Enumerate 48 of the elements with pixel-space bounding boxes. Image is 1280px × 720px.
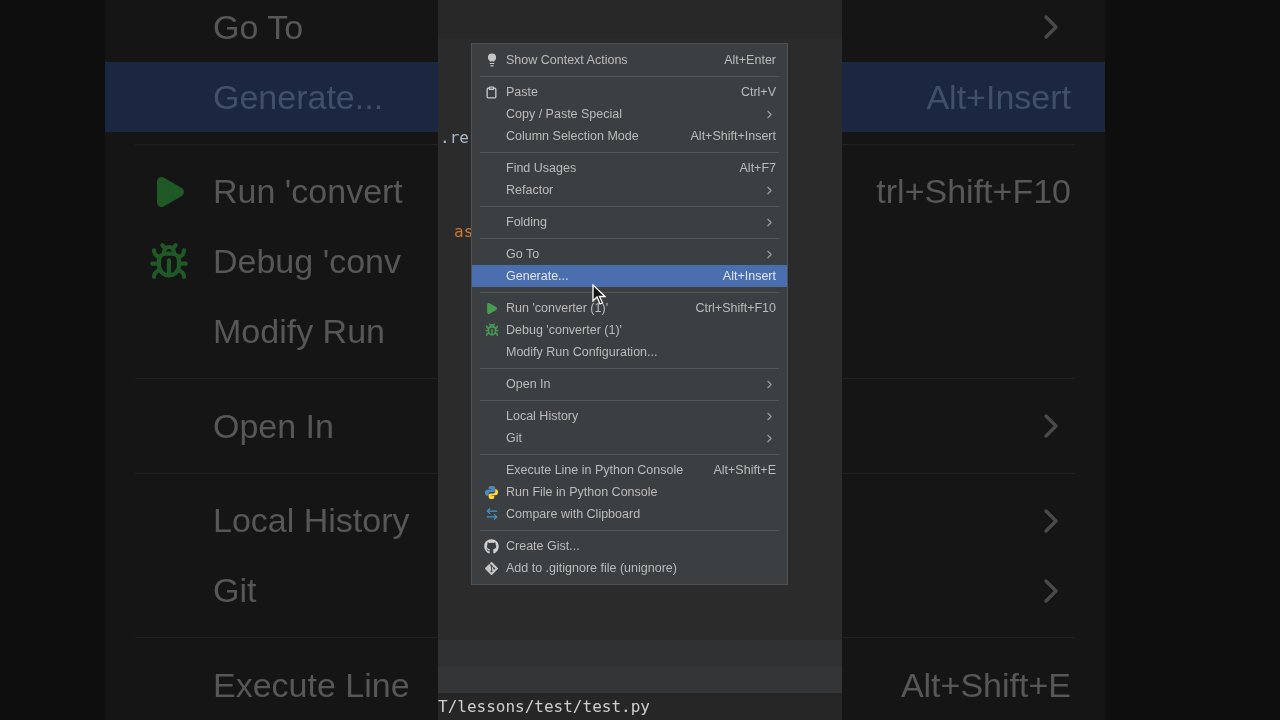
code-text: .re (440, 127, 469, 149)
shortcut-label: Alt+Enter (724, 51, 776, 69)
clipboard-icon (485, 85, 498, 99)
menu-item[interactable]: Run 'converter (1)' Ctrl+Shift+F10 (472, 297, 787, 319)
file-path: T/lessons/test/test.py (438, 695, 650, 718)
play-icon (485, 301, 498, 315)
backdrop-menu-label: Run 'convert (213, 171, 403, 212)
menu-item[interactable]: Open In (472, 373, 787, 395)
menu-item[interactable]: Git (472, 427, 787, 449)
git-icon (484, 560, 499, 576)
backdrop-menu-label: Local History (213, 500, 410, 541)
bug-icon (149, 241, 189, 282)
backdrop-menu-label: Execute Line (213, 664, 410, 706)
menu-item[interactable]: Execute Line in Python Console Alt+Shift+E (472, 459, 787, 481)
backdrop-shortcut-label: Alt+Shift+E (900, 664, 1071, 706)
github-icon (484, 538, 499, 554)
logo-icon (484, 484, 499, 500)
backdrop-menu-label: Debug 'conv (213, 241, 401, 282)
menu-item[interactable]: Create Gist... (472, 535, 787, 557)
menu-item[interactable]: Generate... Alt+Insert (472, 265, 787, 287)
bug-icon (484, 323, 499, 337)
menu-item[interactable]: Add to .gitignore file (unignore) (472, 557, 787, 579)
shortcut-label: Alt+Insert (722, 267, 776, 285)
menu-item[interactable]: Local History (472, 405, 787, 427)
backdrop-menu-label: Git (213, 570, 257, 611)
shortcut-label: Ctrl+Shift+F10 (695, 299, 776, 317)
shortcut-label: Alt+Shift+Insert (690, 127, 776, 145)
menu-item[interactable]: Copy / Paste Special (472, 103, 787, 125)
menu-item[interactable]: Refactor (472, 179, 787, 201)
menu-item[interactable]: Go To (472, 243, 787, 265)
menu-item[interactable]: Debug 'converter (1)' (472, 319, 787, 341)
backdrop-menu-label: Open In (213, 405, 334, 447)
menu-item[interactable]: Column Selection Mode Alt+Shift+Insert (472, 125, 787, 147)
menu-item[interactable]: Folding (472, 211, 787, 233)
menu-item[interactable]: Modify Run Configuration... (472, 341, 787, 363)
backdrop-menu-label: Modify Run (213, 311, 385, 352)
menu-item[interactable]: Show Context Actions Alt+Enter (472, 49, 787, 71)
shortcut-label: Alt+Shift+E (713, 461, 776, 479)
shortcut-label: Ctrl+V (740, 83, 776, 101)
backdrop-menu-label: Go To (213, 6, 304, 48)
compare-icon (484, 507, 499, 521)
code-text: as (454, 221, 474, 243)
menu-item[interactable]: Find Usages Alt+F7 (472, 157, 787, 179)
backdrop-shortcut-label: trl+Shift+F10 (876, 171, 1071, 212)
shortcut-label: Alt+F7 (739, 159, 776, 177)
menu-item[interactable]: Run File in Python Console (472, 481, 787, 503)
menu-item[interactable]: Paste Ctrl+V (472, 81, 787, 103)
menu-item[interactable]: Compare with Clipboard (472, 503, 787, 525)
